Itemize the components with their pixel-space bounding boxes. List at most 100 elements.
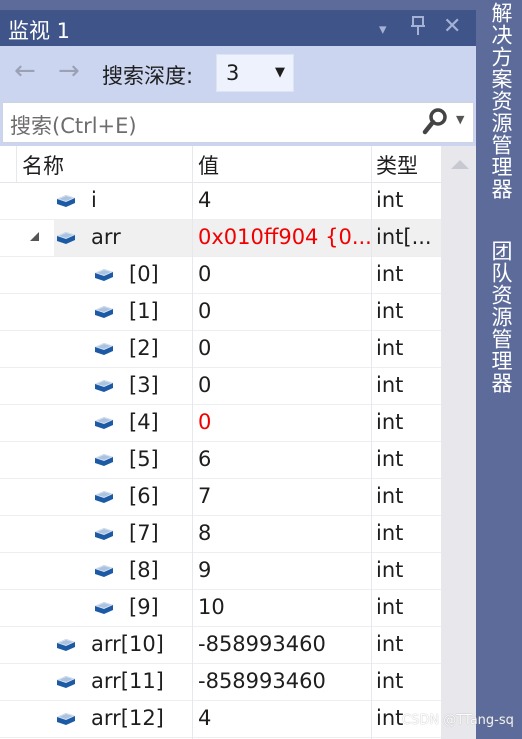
variable-object-icon <box>94 378 114 392</box>
variable-object-icon <box>94 526 114 540</box>
search-options-dropdown-icon[interactable]: ▼ <box>456 113 464 126</box>
row-type: int <box>376 373 404 397</box>
side-tool-strip: 解决方案资源管理器 团队资源管理器 <box>476 0 522 739</box>
search-icon[interactable] <box>421 107 449 143</box>
watermark: CSDN @TTang-sq <box>402 713 514 728</box>
row-value[interactable]: 0x010ff904 {0... <box>198 225 372 249</box>
row-type: int <box>376 558 404 582</box>
row-value[interactable]: 9 <box>198 558 211 582</box>
row-name[interactable]: arr[12] <box>91 706 164 730</box>
watch-grid: 名称 值 类型 i 4 int arr 0x010ff904 {0... int[... [… <box>0 146 441 739</box>
watch-row[interactable]: arr[10] -858993460 int <box>0 627 441 664</box>
row-name[interactable]: [5] <box>129 447 159 471</box>
row-name[interactable]: [8] <box>129 558 159 582</box>
watch-row[interactable]: arr 0x010ff904 {0... int[... <box>0 220 441 257</box>
watch-row[interactable]: arr[12] 4 int <box>0 701 441 738</box>
variable-object-icon <box>94 267 114 281</box>
variable-object-icon <box>94 600 114 614</box>
row-value[interactable]: 10 <box>198 595 225 619</box>
row-value[interactable]: 0 <box>198 299 211 323</box>
chevron-down-icon: ▼ <box>275 65 285 80</box>
column-divider[interactable] <box>192 146 193 739</box>
watch-row[interactable]: [0] 0 int <box>0 257 441 294</box>
variable-object-icon <box>56 711 76 725</box>
expand-triangle-icon[interactable] <box>30 232 39 241</box>
variable-object-icon <box>56 637 76 651</box>
variable-object-icon <box>94 452 114 466</box>
watch-row[interactable]: [2] 0 int <box>0 331 441 368</box>
row-name[interactable]: [7] <box>129 521 159 545</box>
row-name[interactable]: arr <box>91 225 121 249</box>
search-input[interactable]: 搜索(Ctrl+E) ▼ <box>2 102 474 143</box>
pin-icon[interactable] <box>410 14 426 44</box>
side-tab-team-explorer[interactable]: 团队资源管理器 <box>486 240 516 394</box>
title-bar: 监视 1 ▾ ✕ <box>0 10 476 46</box>
watch-row[interactable]: [3] 0 int <box>0 368 441 405</box>
watch-row[interactable]: [5] 6 int <box>0 442 441 479</box>
row-type: int <box>376 410 404 434</box>
toolbar: ← → 搜索深度: 3 ▼ <box>0 46 476 100</box>
top-edge <box>0 0 476 10</box>
row-name[interactable]: [1] <box>129 299 159 323</box>
grid-header: 名称 值 类型 <box>0 146 441 183</box>
side-tab-solution-explorer[interactable]: 解决方案资源管理器 <box>486 2 516 200</box>
column-header-value[interactable]: 值 <box>198 150 219 180</box>
row-type: int <box>376 484 404 508</box>
row-value[interactable]: 0 <box>198 262 211 286</box>
row-type: int <box>376 299 404 323</box>
row-value[interactable]: 8 <box>198 521 211 545</box>
row-value[interactable]: 4 <box>198 706 211 730</box>
row-name[interactable]: [4] <box>129 410 159 434</box>
watch-row[interactable]: [8] 9 int <box>0 553 441 590</box>
search-depth-value: 3 <box>226 61 240 85</box>
window-options-dropdown-icon[interactable]: ▾ <box>379 20 387 38</box>
forward-arrow-icon[interactable]: → <box>58 56 80 86</box>
row-value[interactable]: -858993460 <box>198 669 326 693</box>
search-placeholder: 搜索(Ctrl+E) <box>10 114 137 138</box>
row-value[interactable]: 0 <box>198 336 211 360</box>
search-depth-select[interactable]: 3 ▼ <box>216 54 294 92</box>
row-type: int <box>376 521 404 545</box>
row-type: int <box>376 706 404 730</box>
row-name[interactable]: i <box>91 188 97 212</box>
vertical-scrollbar[interactable] <box>441 146 476 739</box>
column-divider <box>16 146 17 183</box>
row-type: int <box>376 447 404 471</box>
row-value[interactable]: 0 <box>198 373 211 397</box>
row-name[interactable]: [0] <box>129 262 159 286</box>
row-name[interactable]: [6] <box>129 484 159 508</box>
watch-panel: 监视 1 ▾ ✕ ← → 搜索深度: 3 ▼ 搜索(Ctrl+E) ▼ 名称 值… <box>0 10 476 739</box>
watch-row[interactable]: [9] 10 int <box>0 590 441 627</box>
row-type: int <box>376 188 404 212</box>
watch-row[interactable]: [7] 8 int <box>0 516 441 553</box>
variable-object-icon <box>94 341 114 355</box>
column-header-type[interactable]: 类型 <box>376 150 418 180</box>
row-type: int <box>376 632 404 656</box>
row-name[interactable]: [2] <box>129 336 159 360</box>
row-value[interactable]: 4 <box>198 188 211 212</box>
variable-object-icon <box>56 230 76 244</box>
watch-row[interactable]: [4] 0 int <box>0 405 441 442</box>
row-value[interactable]: 6 <box>198 447 211 471</box>
row-name[interactable]: arr[11] <box>91 669 164 693</box>
row-name[interactable]: [3] <box>129 373 159 397</box>
column-header-name[interactable]: 名称 <box>22 150 64 180</box>
watch-row[interactable]: i 4 int <box>0 183 441 220</box>
row-type: int[... <box>376 225 432 249</box>
scroll-up-arrow-icon[interactable] <box>451 160 469 169</box>
column-divider[interactable] <box>371 146 372 739</box>
row-value[interactable]: 0 <box>198 410 211 434</box>
row-type: int <box>376 262 404 286</box>
search-depth-label: 搜索深度: <box>102 64 194 88</box>
watch-row[interactable]: [1] 0 int <box>0 294 441 331</box>
variable-object-icon <box>94 304 114 318</box>
row-value[interactable]: 7 <box>198 484 211 508</box>
row-name[interactable]: arr[10] <box>91 632 164 656</box>
watch-row[interactable]: [6] 7 int <box>0 479 441 516</box>
row-value[interactable]: -858993460 <box>198 632 326 656</box>
back-arrow-icon[interactable]: ← <box>14 56 36 86</box>
variable-object-icon <box>56 674 76 688</box>
row-name[interactable]: [9] <box>129 595 159 619</box>
close-icon[interactable]: ✕ <box>443 14 461 39</box>
watch-row[interactable]: arr[11] -858993460 int <box>0 664 441 701</box>
